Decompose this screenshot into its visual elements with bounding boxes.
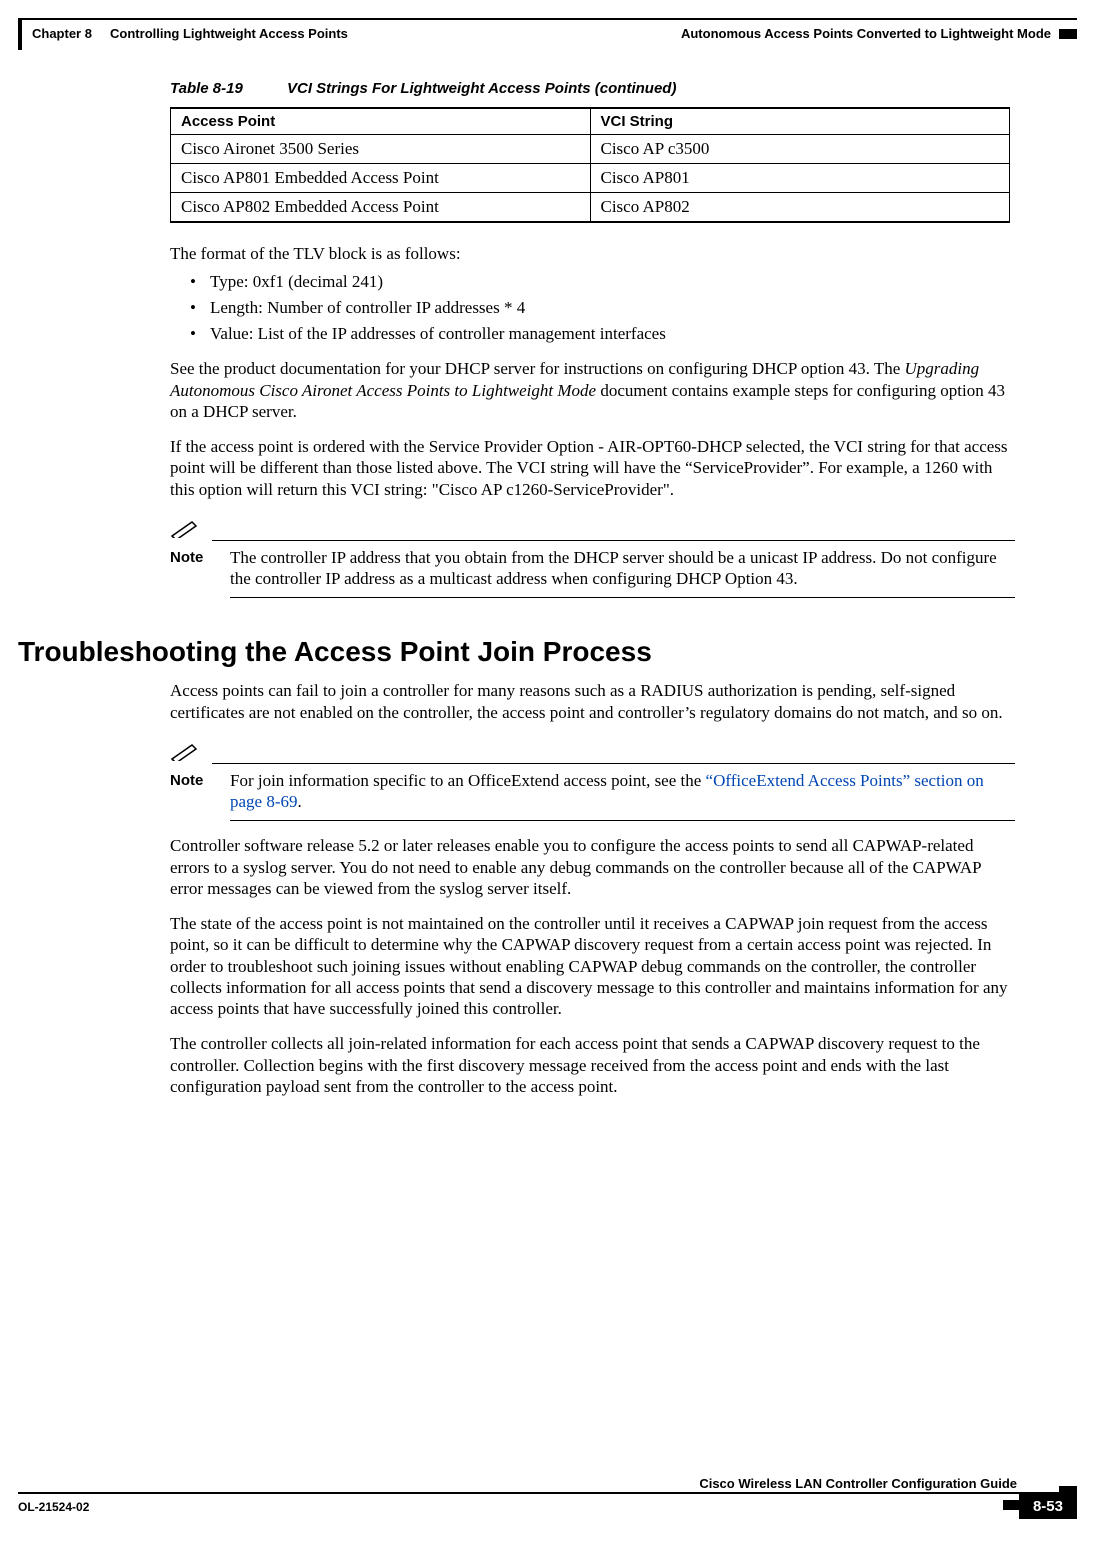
table-row: Cisco AP801 Embedded Access Point Cisco … xyxy=(171,164,1010,193)
troubleshoot-p4: The controller collects all join-related… xyxy=(170,1033,1015,1097)
dhcp-doc-paragraph: See the product documentation for your D… xyxy=(170,358,1015,422)
table-cell: Cisco AP801 xyxy=(590,164,1010,193)
table-cell: Cisco AP c3500 xyxy=(590,135,1010,164)
page-header: Chapter 8 Controlling Lightweight Access… xyxy=(18,18,1077,58)
table-header-col1: Access Point xyxy=(171,108,591,135)
header-right-bar xyxy=(1059,29,1077,39)
table-header-row: Access Point VCI String xyxy=(171,108,1010,135)
footer-line: Cisco Wireless LAN Controller Configurat… xyxy=(18,1492,1077,1524)
header-left-bar xyxy=(18,20,22,50)
header-right: Autonomous Access Points Converted to Li… xyxy=(681,26,1077,41)
bullet-icon: • xyxy=(190,324,210,344)
list-item-text: Length: Number of controller IP addresse… xyxy=(210,298,525,318)
note-text-pre: For join information specific to an Offi… xyxy=(230,771,706,790)
table-header-col2: VCI String xyxy=(590,108,1010,135)
note-text: The controller IP address that you obtai… xyxy=(230,547,1015,599)
footer-guide-title: Cisco Wireless LAN Controller Configurat… xyxy=(695,1476,1021,1491)
pencil-icon xyxy=(170,518,212,543)
tlv-intro: The format of the TLV block is as follow… xyxy=(170,243,1015,264)
header-left-text: Chapter 8 Controlling Lightweight Access… xyxy=(32,26,348,41)
note-text-post: . xyxy=(298,792,302,811)
note-label: Note xyxy=(170,547,230,599)
page-content: Table 8-19 VCI Strings For Lightweight A… xyxy=(0,80,1095,1097)
chapter-title: Controlling Lightweight Access Points xyxy=(110,26,348,41)
bullet-list: •Type: 0xf1 (decimal 241) •Length: Numbe… xyxy=(190,272,1015,344)
list-item-text: Value: List of the IP addresses of contr… xyxy=(210,324,666,344)
note-block: Note The controller IP address that you … xyxy=(170,518,1015,599)
troubleshoot-p2: Controller software release 5.2 or later… xyxy=(170,835,1015,899)
chapter-number: Chapter 8 xyxy=(32,26,92,41)
list-item-text: Type: 0xf1 (decimal 241) xyxy=(210,272,383,292)
note-rule-top xyxy=(212,763,1015,764)
table-title: VCI Strings For Lightweight Access Point… xyxy=(287,80,676,97)
note-rule-top xyxy=(212,540,1015,541)
footer-document-number: OL-21524-02 xyxy=(18,1500,89,1514)
table-caption: Table 8-19 VCI Strings For Lightweight A… xyxy=(170,80,1095,97)
table-row: Cisco Aironet 3500 Series Cisco AP c3500 xyxy=(171,135,1010,164)
note-text: For join information specific to an Offi… xyxy=(230,770,1015,822)
pencil-icon xyxy=(170,741,212,766)
page-footer: Cisco Wireless LAN Controller Configurat… xyxy=(18,1492,1077,1524)
section-heading: Troubleshooting the Access Point Join Pr… xyxy=(18,636,1095,668)
list-item: •Value: List of the IP addresses of cont… xyxy=(190,324,1015,344)
troubleshoot-p1: Access points can fail to join a control… xyxy=(170,680,1015,723)
note-label: Note xyxy=(170,770,230,822)
table-row: Cisco AP802 Embedded Access Point Cisco … xyxy=(171,193,1010,223)
list-item: •Length: Number of controller IP address… xyxy=(190,298,1015,318)
table-cell: Cisco AP802 Embedded Access Point xyxy=(171,193,591,223)
dhcp-doc-text-pre: See the product documentation for your D… xyxy=(170,359,905,378)
list-item: •Type: 0xf1 (decimal 241) xyxy=(190,272,1015,292)
footer-page-number: 8-53 xyxy=(1019,1494,1077,1519)
note-block: Note For join information specific to an… xyxy=(170,741,1015,822)
troubleshoot-p3: The state of the access point is not mai… xyxy=(170,913,1015,1019)
table-cell: Cisco AP802 xyxy=(590,193,1010,223)
bullet-icon: • xyxy=(190,298,210,318)
vci-table: Access Point VCI String Cisco Aironet 35… xyxy=(170,107,1010,223)
table-cell: Cisco AP801 Embedded Access Point xyxy=(171,164,591,193)
table-number: Table 8-19 xyxy=(170,80,243,97)
table-cell: Cisco Aironet 3500 Series xyxy=(171,135,591,164)
service-provider-paragraph: If the access point is ordered with the … xyxy=(170,436,1015,500)
header-right-text: Autonomous Access Points Converted to Li… xyxy=(681,26,1051,41)
bullet-icon: • xyxy=(190,272,210,292)
